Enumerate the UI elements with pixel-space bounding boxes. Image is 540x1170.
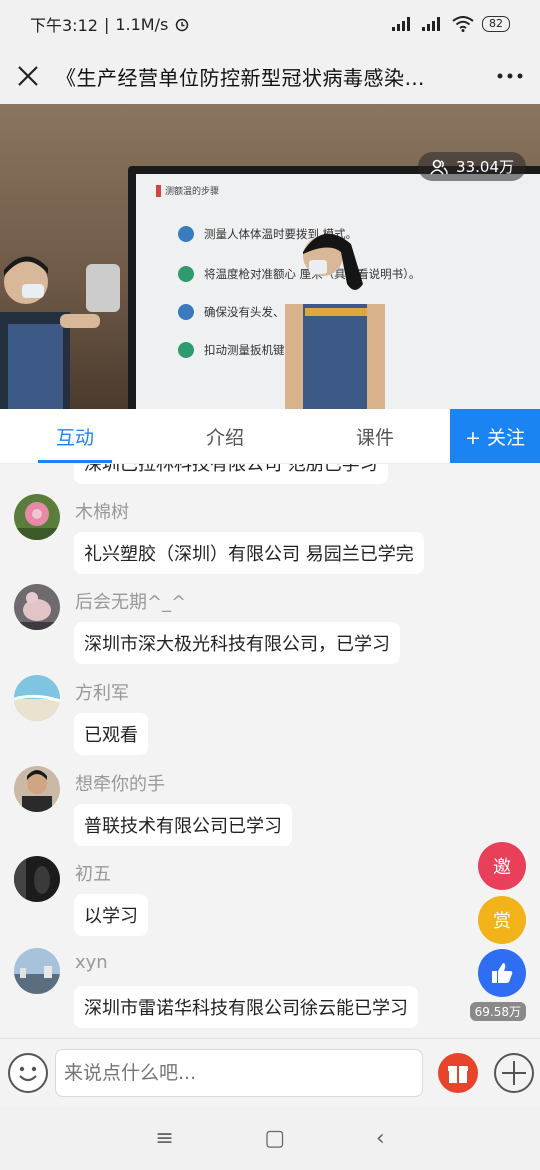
thumbs-up-icon [492, 963, 513, 983]
alarm-icon [176, 18, 189, 32]
chat-bubble: 深圳市雷诺华科技有限公司徐云能已学习 [74, 986, 418, 1028]
more-button[interactable] [480, 48, 540, 104]
menu-icon[interactable]: ≡ [155, 1126, 173, 1151]
system-nav-bar: ≡ ▢ ‹ [0, 1106, 540, 1170]
tab-interaction[interactable]: 互动 [0, 409, 150, 463]
bullet-dot [178, 342, 194, 358]
emoji-icon [19, 1066, 37, 1082]
username: 想牵你的手 [75, 774, 165, 795]
avatar-image [14, 948, 60, 994]
chat-bubble: 深圳市深大极光科技有限公司，已学习 [74, 622, 400, 664]
emoji-button[interactable] [8, 1053, 48, 1093]
username: 后会无期^_^ [75, 592, 187, 613]
hd-signal-icon [422, 17, 440, 31]
follow-button[interactable]: + 关注 [450, 409, 540, 463]
avatar-image [14, 675, 60, 721]
network-speed: 1.1M/s [115, 14, 169, 34]
presenter-right-figure [285, 233, 385, 409]
username: 木棉树 [75, 502, 129, 523]
gift-button[interactable] [438, 1053, 478, 1093]
reward-label: 赏 [493, 911, 511, 932]
tab-bar: 互动 介绍 课件 + 关注 [0, 409, 540, 464]
battery-indicator: 82 [482, 16, 510, 32]
comment-input[interactable] [55, 1049, 423, 1097]
chat-bubble-partial: 深圳巴拉林科技有限公司 范朋已学习 [74, 464, 388, 484]
like-button[interactable] [478, 949, 526, 997]
page-title: 《生产经营单位防控新型冠状病毒感染… [56, 65, 425, 90]
username: 初五 [75, 864, 111, 885]
viewer-count-badge: 33.04万 [418, 152, 526, 181]
bullet-dot [178, 226, 194, 242]
username: 方利军 [75, 683, 129, 704]
signal-icon [392, 17, 410, 31]
plus-icon [502, 1061, 526, 1085]
title-bar: 《生产经营单位防控新型冠状病毒感染… [0, 48, 540, 104]
avatar-image [14, 494, 60, 540]
slide-title: 测额温的步骤 [165, 187, 220, 197]
avatar[interactable] [14, 494, 60, 540]
viewer-count: 33.04万 [456, 158, 514, 176]
avatar-image [14, 584, 60, 630]
chat-bubble: 普联技术有限公司已学习 [74, 804, 292, 846]
chat-bubble: 以学习 [74, 894, 148, 936]
status-time: 下午3:12 [30, 16, 98, 35]
back-icon[interactable]: ‹ [376, 1126, 385, 1151]
username: xyn [75, 952, 108, 973]
more-actions-button[interactable] [494, 1053, 534, 1093]
viewers-icon [430, 159, 448, 175]
avatar-image [14, 856, 60, 902]
chat-bubble: 已观看 [74, 713, 148, 755]
avatar[interactable] [14, 856, 60, 902]
close-icon [18, 66, 38, 86]
avatar[interactable] [14, 584, 60, 630]
chat-bubble: 礼兴塑胶（深圳）有限公司 易园兰已学完 [74, 532, 424, 574]
bullet-dot [178, 266, 194, 282]
comment-bar [0, 1038, 540, 1106]
home-icon[interactable]: ▢ [264, 1126, 285, 1151]
invite-button[interactable]: 邀 [478, 842, 526, 890]
gift-icon [448, 1066, 468, 1083]
bullet-dot [178, 304, 194, 320]
avatar[interactable] [14, 766, 60, 812]
tab-courseware[interactable]: 课件 [300, 409, 450, 463]
tab-introduction[interactable]: 介绍 [150, 409, 300, 463]
avatar[interactable] [14, 675, 60, 721]
close-button[interactable] [0, 48, 56, 104]
avatar-image [14, 766, 60, 812]
video-player[interactable]: 测额温的步骤 测量人体体温时要拨到 模式。 将温度枪对准额心 厘米（具体看说明书… [0, 104, 540, 409]
more-icon [497, 73, 523, 79]
reward-button[interactable]: 赏 [478, 896, 526, 944]
avatar[interactable] [14, 948, 60, 994]
like-count: 69.58万 [469, 1002, 526, 1021]
wifi-icon [452, 16, 474, 32]
chat-list[interactable]: 深圳巴拉林科技有限公司 范朋已学习 木棉树 礼兴塑胶（深圳）有限公司 易园兰已学… [0, 464, 540, 1038]
presenter-left-figure [0, 256, 120, 409]
status-bar: 下午3:12 | 1.1M/s 82 [0, 0, 540, 48]
invite-label: 邀 [493, 857, 511, 878]
